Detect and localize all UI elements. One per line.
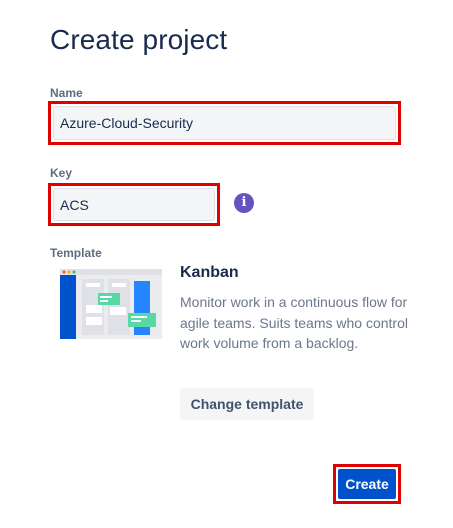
change-template-button[interactable]: Change template [180,388,314,420]
name-input[interactable]: Azure-Cloud-Security [53,106,396,140]
template-description: Monitor work in a continuous flow for ag… [180,294,408,351]
name-field-highlight: Azure-Cloud-Security [48,101,401,145]
create-project-page: Create project Name Azure-Cloud-Security… [0,0,453,528]
kanban-template-thumbnail-icon [60,269,162,339]
info-icon[interactable]: i [234,193,254,213]
template-label: Template [50,246,102,260]
page-title: Create project [50,24,228,55]
key-input[interactable]: ACS [53,188,215,221]
create-button-highlight: Create [333,464,401,504]
template-name: Kanban [180,264,239,281]
key-label: Key [50,166,73,180]
name-label: Name [50,86,83,100]
create-button[interactable]: Create [338,469,396,499]
key-field-highlight: ACS [48,183,220,226]
